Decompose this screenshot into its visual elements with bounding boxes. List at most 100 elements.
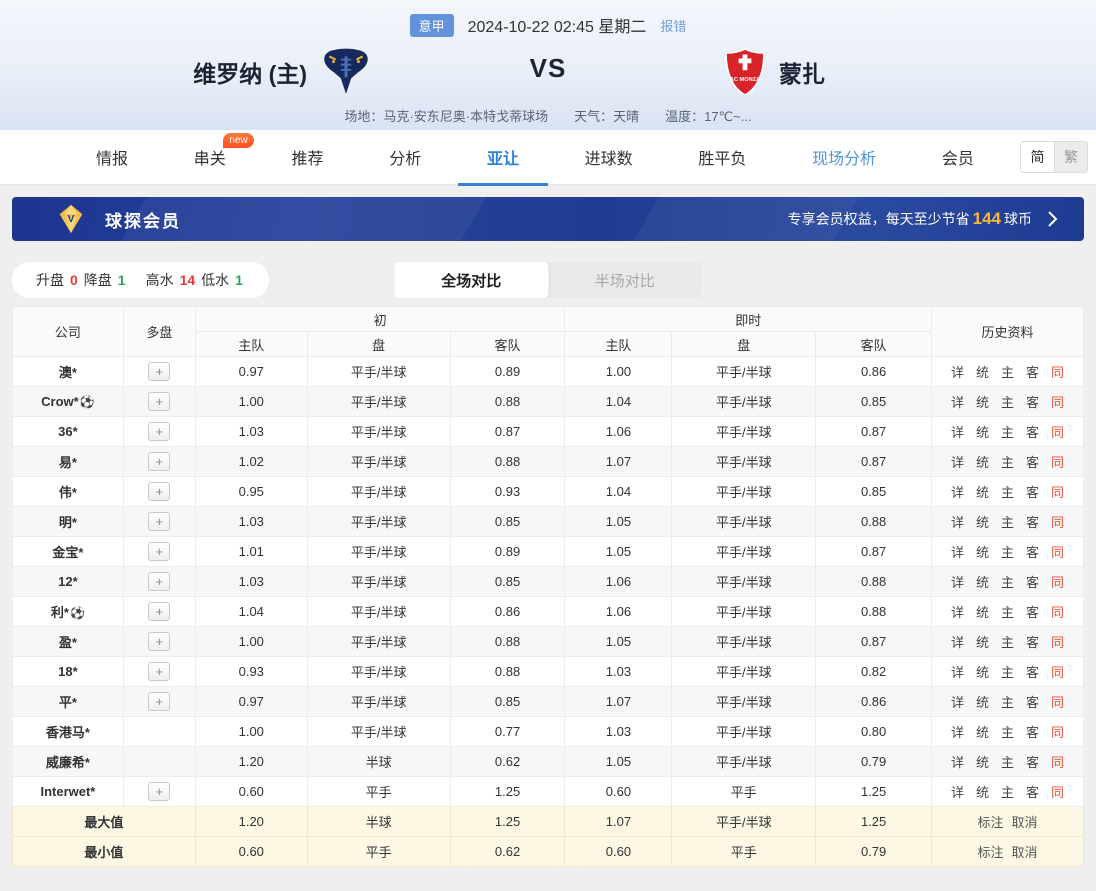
history-away-link[interactable]: 客 xyxy=(1026,785,1039,800)
history-home-link[interactable]: 主 xyxy=(1001,575,1014,590)
expand-multi-odds-button[interactable]: + xyxy=(148,512,170,531)
history-same-link[interactable]: 同 xyxy=(1051,755,1064,770)
history-detail-link[interactable]: 详 xyxy=(951,575,964,590)
history-away-link[interactable]: 客 xyxy=(1026,425,1039,440)
history-home-link[interactable]: 主 xyxy=(1001,395,1014,410)
history-stats-link[interactable]: 统 xyxy=(976,695,989,710)
history-away-link[interactable]: 客 xyxy=(1026,395,1039,410)
tab-live-analysis[interactable]: 现场分析 xyxy=(812,130,876,185)
history-away-link[interactable]: 客 xyxy=(1026,725,1039,740)
history-stats-link[interactable]: 统 xyxy=(976,635,989,650)
history-stats-link[interactable]: 统 xyxy=(976,575,989,590)
expand-multi-odds-button[interactable]: + xyxy=(148,482,170,501)
history-away-link[interactable]: 客 xyxy=(1026,515,1039,530)
history-detail-link[interactable]: 详 xyxy=(951,635,964,650)
history-home-link[interactable]: 主 xyxy=(1001,725,1014,740)
history-home-link[interactable]: 主 xyxy=(1001,605,1014,620)
cancel-link[interactable]: 取消 xyxy=(1012,815,1038,830)
history-stats-link[interactable]: 统 xyxy=(976,515,989,530)
tab-parlay[interactable]: 串关new xyxy=(194,130,226,185)
history-away-link[interactable]: 客 xyxy=(1026,455,1039,470)
history-stats-link[interactable]: 统 xyxy=(976,455,989,470)
expand-multi-odds-button[interactable]: + xyxy=(148,572,170,591)
history-away-link[interactable]: 客 xyxy=(1026,665,1039,680)
expand-multi-odds-button[interactable]: + xyxy=(148,422,170,441)
expand-multi-odds-button[interactable]: + xyxy=(148,362,170,381)
history-same-link[interactable]: 同 xyxy=(1051,695,1064,710)
history-same-link[interactable]: 同 xyxy=(1051,545,1064,560)
tab-recommend[interactable]: 推荐 xyxy=(291,130,323,185)
league-badge[interactable]: 意甲 xyxy=(410,14,454,37)
history-away-link[interactable]: 客 xyxy=(1026,485,1039,500)
expand-multi-odds-button[interactable]: + xyxy=(148,542,170,561)
report-error-link[interactable]: 报错 xyxy=(660,16,686,35)
expand-multi-odds-button[interactable]: + xyxy=(148,602,170,621)
history-away-link[interactable]: 客 xyxy=(1026,365,1039,380)
mark-link[interactable]: 标注 xyxy=(978,815,1004,830)
history-away-link[interactable]: 客 xyxy=(1026,755,1039,770)
history-stats-link[interactable]: 统 xyxy=(976,395,989,410)
history-same-link[interactable]: 同 xyxy=(1051,635,1064,650)
history-stats-link[interactable]: 统 xyxy=(976,545,989,560)
history-detail-link[interactable]: 详 xyxy=(951,455,964,470)
history-same-link[interactable]: 同 xyxy=(1051,395,1064,410)
tab-goals[interactable]: 进球数 xyxy=(585,130,633,185)
tab-analysis[interactable]: 分析 xyxy=(389,130,421,185)
expand-multi-odds-button[interactable]: + xyxy=(148,782,170,801)
tab-member[interactable]: 会员 xyxy=(942,130,974,185)
history-detail-link[interactable]: 详 xyxy=(951,695,964,710)
history-detail-link[interactable]: 详 xyxy=(951,725,964,740)
expand-multi-odds-button[interactable]: + xyxy=(148,692,170,711)
history-stats-link[interactable]: 统 xyxy=(976,755,989,770)
history-stats-link[interactable]: 统 xyxy=(976,725,989,740)
history-detail-link[interactable]: 详 xyxy=(951,785,964,800)
history-home-link[interactable]: 主 xyxy=(1001,455,1014,470)
expand-multi-odds-button[interactable]: + xyxy=(148,452,170,471)
history-detail-link[interactable]: 详 xyxy=(951,425,964,440)
tab-win-draw-lose[interactable]: 胜平负 xyxy=(698,130,746,185)
tab-full-match-compare[interactable]: 全场对比 xyxy=(395,262,549,298)
cancel-link[interactable]: 取消 xyxy=(1012,845,1038,860)
history-detail-link[interactable]: 详 xyxy=(951,545,964,560)
history-same-link[interactable]: 同 xyxy=(1051,785,1064,800)
tab-asian-handicap[interactable]: 亚让 xyxy=(487,130,519,185)
tab-half-match-compare[interactable]: 半场对比 xyxy=(548,262,702,298)
mark-link[interactable]: 标注 xyxy=(978,845,1004,860)
history-detail-link[interactable]: 详 xyxy=(951,605,964,620)
history-home-link[interactable]: 主 xyxy=(1001,695,1014,710)
history-same-link[interactable]: 同 xyxy=(1051,485,1064,500)
history-detail-link[interactable]: 详 xyxy=(951,485,964,500)
expand-multi-odds-button[interactable]: + xyxy=(148,662,170,681)
history-stats-link[interactable]: 统 xyxy=(976,605,989,620)
history-home-link[interactable]: 主 xyxy=(1001,365,1014,380)
history-detail-link[interactable]: 详 xyxy=(951,365,964,380)
history-home-link[interactable]: 主 xyxy=(1001,635,1014,650)
history-detail-link[interactable]: 详 xyxy=(951,665,964,680)
history-away-link[interactable]: 客 xyxy=(1026,695,1039,710)
history-home-link[interactable]: 主 xyxy=(1001,755,1014,770)
history-same-link[interactable]: 同 xyxy=(1051,365,1064,380)
vip-member-banner[interactable]: V 球探会员 专享会员权益，每天至少节省 144 球币 xyxy=(12,197,1084,241)
history-away-link[interactable]: 客 xyxy=(1026,635,1039,650)
history-same-link[interactable]: 同 xyxy=(1051,665,1064,680)
lang-traditional-button[interactable]: 繁 xyxy=(1054,142,1087,172)
history-stats-link[interactable]: 统 xyxy=(976,785,989,800)
history-stats-link[interactable]: 统 xyxy=(976,365,989,380)
history-detail-link[interactable]: 详 xyxy=(951,755,964,770)
history-same-link[interactable]: 同 xyxy=(1051,575,1064,590)
history-detail-link[interactable]: 详 xyxy=(951,515,964,530)
history-away-link[interactable]: 客 xyxy=(1026,545,1039,560)
history-stats-link[interactable]: 统 xyxy=(976,485,989,500)
expand-multi-odds-button[interactable]: + xyxy=(148,392,170,411)
history-same-link[interactable]: 同 xyxy=(1051,725,1064,740)
expand-multi-odds-button[interactable]: + xyxy=(148,632,170,651)
history-detail-link[interactable]: 详 xyxy=(951,395,964,410)
history-same-link[interactable]: 同 xyxy=(1051,455,1064,470)
history-home-link[interactable]: 主 xyxy=(1001,485,1014,500)
history-same-link[interactable]: 同 xyxy=(1051,515,1064,530)
history-stats-link[interactable]: 统 xyxy=(976,665,989,680)
history-home-link[interactable]: 主 xyxy=(1001,425,1014,440)
history-home-link[interactable]: 主 xyxy=(1001,785,1014,800)
history-stats-link[interactable]: 统 xyxy=(976,425,989,440)
history-same-link[interactable]: 同 xyxy=(1051,425,1064,440)
